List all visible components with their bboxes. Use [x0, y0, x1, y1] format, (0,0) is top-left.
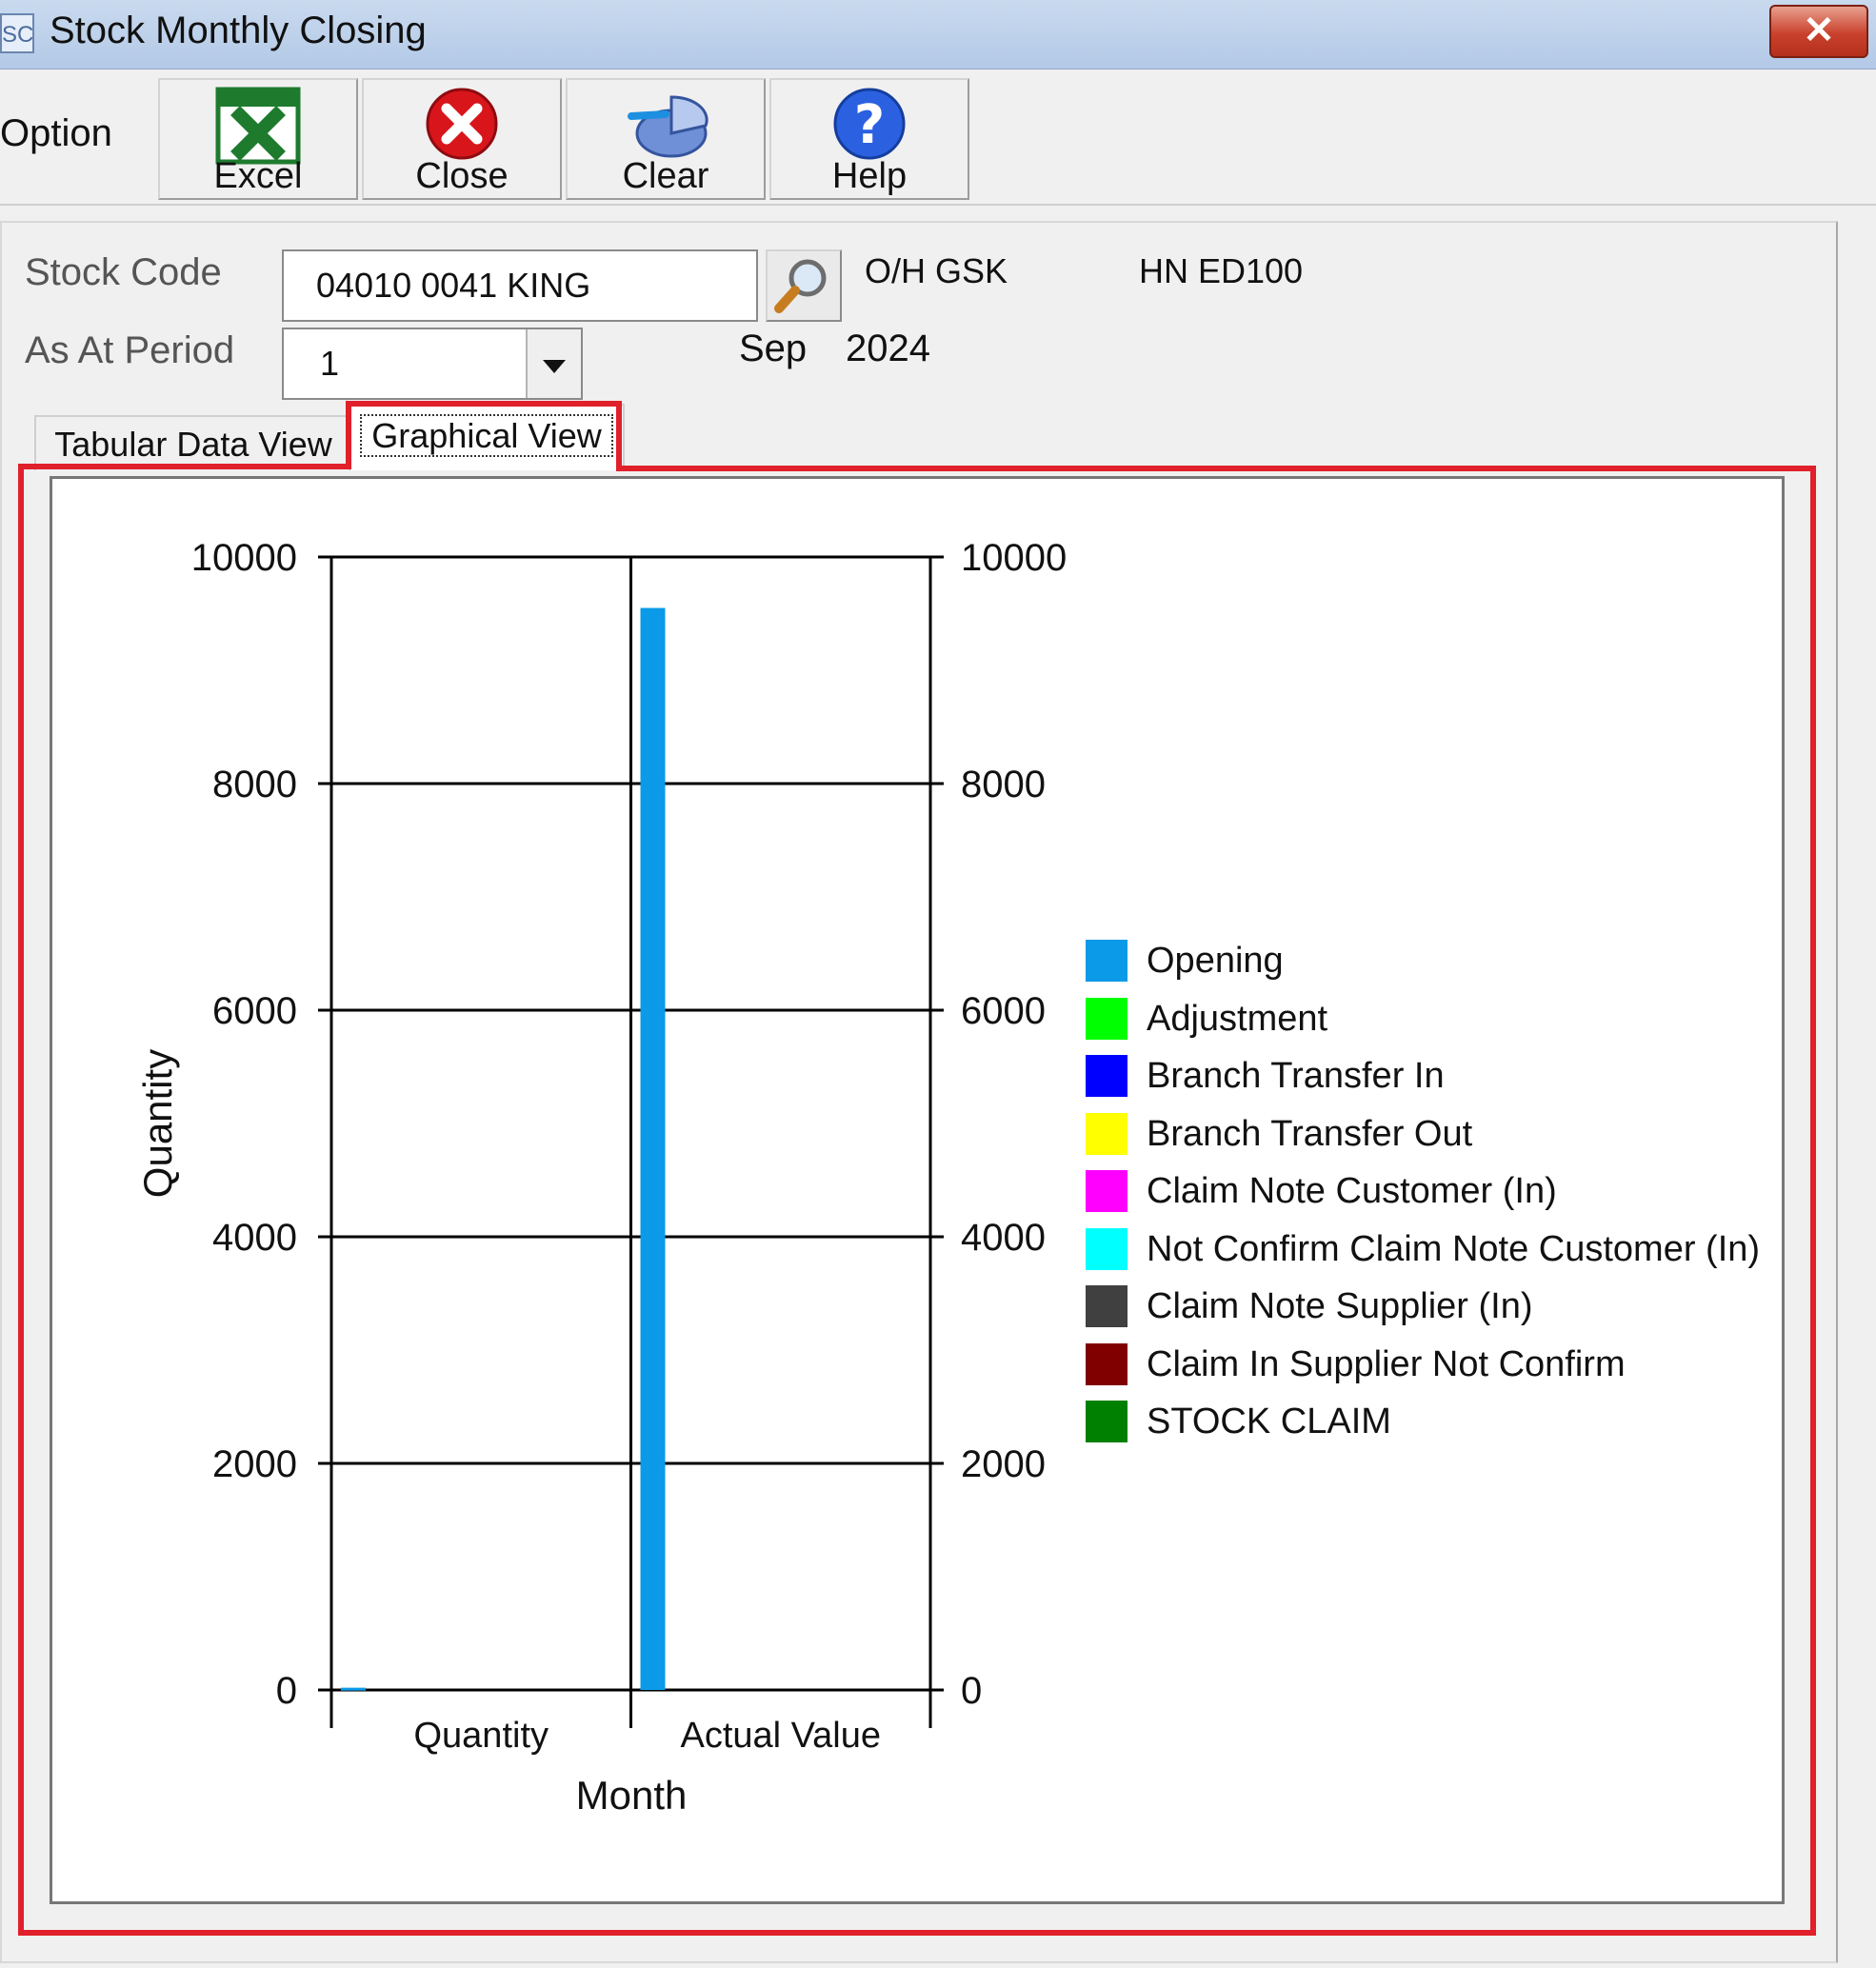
clear-label: Clear	[622, 156, 709, 196]
legend-swatch	[1086, 940, 1128, 982]
legend-swatch	[1086, 1170, 1128, 1212]
window-title: Stock Monthly Closing	[50, 10, 427, 51]
clear-button[interactable]: Clear	[566, 78, 766, 200]
close-button[interactable]: Close	[362, 78, 562, 200]
legend-label: Adjustment	[1147, 998, 1328, 1039]
legend-label: Claim Note Supplier (In)	[1147, 1286, 1533, 1326]
period-select[interactable]: 1	[282, 328, 583, 400]
legend-label: Branch Transfer Out	[1147, 1113, 1473, 1154]
chevron-down-icon	[543, 360, 566, 373]
period-month: Sep	[739, 328, 808, 369]
legend-label: Not Confirm Claim Note Customer (In)	[1147, 1228, 1761, 1269]
svg-text:?: ?	[854, 94, 885, 156]
legend-swatch	[1086, 1342, 1128, 1385]
stock-code-input[interactable]: 04010 0041 KING	[282, 249, 758, 322]
help-label: Help	[831, 156, 908, 196]
excel-label: Excel	[213, 156, 303, 196]
close-label: Close	[415, 156, 509, 196]
toolbar: Option Excel Close Clear ? Help	[0, 70, 1876, 206]
tab-graphical-view[interactable]: Graphical View	[349, 404, 625, 470]
tab-tabular-data-view[interactable]: Tabular Data View	[34, 415, 352, 470]
period-value: 1	[320, 344, 340, 383]
title-bar: SC Stock Monthly Closing ✕	[0, 0, 1876, 70]
excel-button[interactable]: Excel	[158, 78, 358, 200]
magnifier-icon	[774, 259, 827, 313]
legend-label: Branch Transfer In	[1147, 1056, 1445, 1096]
legend-label: Claim In Supplier Not Confirm	[1147, 1343, 1626, 1384]
legend-label: Opening	[1147, 941, 1284, 981]
legend-swatch	[1086, 1112, 1128, 1155]
search-button[interactable]	[766, 249, 842, 322]
stock-code-label: Stock Code	[25, 251, 222, 293]
legend-swatch	[1086, 1401, 1128, 1442]
option-label: Option	[0, 112, 112, 154]
window-close-button[interactable]: ✕	[1769, 5, 1868, 58]
description-text: HN ED100	[1139, 251, 1304, 290]
as-at-period-label: As At Period	[25, 329, 235, 371]
legend-swatch	[1086, 997, 1128, 1040]
legend-label: STOCK CLAIM	[1147, 1401, 1391, 1441]
legend-swatch	[1086, 1055, 1128, 1097]
legend-swatch	[1086, 1227, 1128, 1270]
oh-text: O/H GSK	[865, 251, 1008, 290]
help-button[interactable]: ? Help	[769, 78, 969, 200]
legend-label: Claim Note Customer (In)	[1147, 1171, 1557, 1211]
legend-swatch	[1086, 1285, 1128, 1327]
period-year: 2024	[846, 328, 930, 369]
tab-graphical-view-label: Graphical View	[360, 414, 613, 457]
app-icon: SC	[0, 13, 34, 53]
dropdown-button[interactable]	[526, 329, 581, 398]
